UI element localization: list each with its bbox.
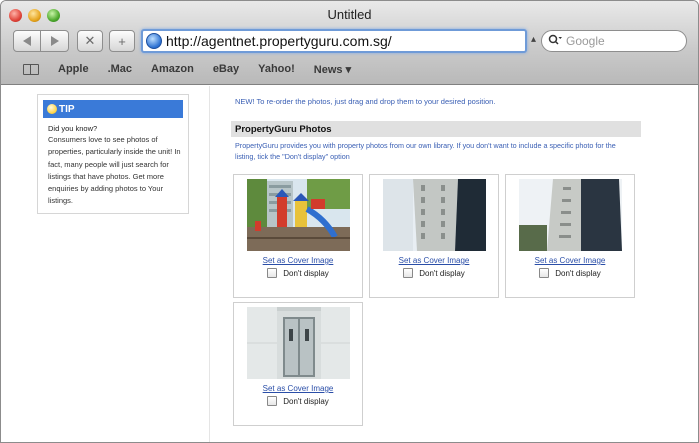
bookmark-news-menu[interactable]: News ▾ [314,63,351,76]
set-cover-image-link[interactable]: Set as Cover Image [234,256,362,265]
dont-display-checkbox[interactable] [403,268,414,278]
bookmark-amazon[interactable]: Amazon [151,63,194,75]
photo-card[interactable]: Set as Cover Image Don't display [233,174,363,298]
tip-question: Did you know? [48,124,98,133]
back-arrow-icon [23,36,31,46]
photo-card[interactable]: Set as Cover Image Don't display [369,174,499,298]
column-divider [209,86,210,442]
dont-display-checkbox[interactable] [539,268,550,278]
browser-window: Untitled ✕ + http://agentnet.propertygur… [0,0,699,443]
bookmark-ebay[interactable]: eBay [213,63,239,75]
bookmark-apple[interactable]: Apple [58,63,89,75]
bookmarks-bar: Apple .Mac Amazon eBay Yahoo! News ▾ [1,58,698,80]
plus-icon: + [118,33,126,49]
dont-display-label[interactable]: Don't display [419,269,465,278]
dont-display-row: Don't display [370,268,498,278]
dont-display-row: Don't display [234,268,362,278]
photo-elevator-doors[interactable] [247,307,350,379]
photo-card[interactable]: Set as Cover Image Don't display [233,302,363,426]
back-button[interactable] [13,30,41,52]
dont-display-label[interactable]: Don't display [283,397,329,406]
address-bar[interactable]: http://agentnet.propertyguru.com.sg/ [141,29,527,53]
address-history-chevron-icon[interactable]: ▴ [531,34,536,45]
search-placeholder: Google [566,34,605,48]
dont-display-row: Don't display [506,268,634,278]
reorder-notice: NEW! To re-order the photos, just drag a… [235,97,496,106]
address-text[interactable]: http://agentnet.propertyguru.com.sg/ [166,33,392,49]
bookmarks-book-icon[interactable] [23,63,39,75]
search-field[interactable]: Google [541,30,687,52]
section-description: PropertyGuru provides you with property … [235,141,616,161]
set-cover-image-link[interactable]: Set as Cover Image [506,256,634,265]
tip-body: Consumers love to see photos of properti… [48,135,181,206]
site-icon [146,33,162,49]
tip-header: TIP [43,100,183,118]
window-title: Untitled [327,7,372,22]
bookmark-yahoo[interactable]: Yahoo! [258,63,295,75]
photo-playground[interactable] [247,179,350,251]
search-icon[interactable] [548,34,562,48]
stop-icon: ✕ [84,33,96,48]
set-cover-image-link[interactable]: Set as Cover Image [370,256,498,265]
dont-display-label[interactable]: Don't display [283,269,329,278]
tip-heading: TIP [59,103,75,115]
dont-display-checkbox[interactable] [267,396,278,406]
dont-display-row: Don't display [234,396,362,406]
title-bar: Untitled ✕ + http://agentnet.propertygur… [1,1,698,85]
photo-card[interactable]: Set as Cover Image Don't display [505,174,635,298]
page-content: TIP Did you know? Consumers love to see … [1,86,698,442]
photo-apartment-block[interactable] [383,179,486,251]
stop-button[interactable]: ✕ [77,30,103,52]
forward-arrow-icon [50,36,59,46]
section-title: PropertyGuru Photos [231,121,641,137]
forward-button[interactable] [41,30,69,52]
add-bookmark-button[interactable]: + [109,30,135,52]
tip-panel: TIP Did you know? Consumers love to see … [37,94,189,214]
bookmark-mac[interactable]: .Mac [108,63,132,75]
photo-apartment-block-angle[interactable] [519,179,622,251]
dont-display-label[interactable]: Don't display [555,269,601,278]
dont-display-checkbox[interactable] [267,268,278,278]
set-cover-image-link[interactable]: Set as Cover Image [234,384,362,393]
lightbulb-icon [47,104,57,114]
